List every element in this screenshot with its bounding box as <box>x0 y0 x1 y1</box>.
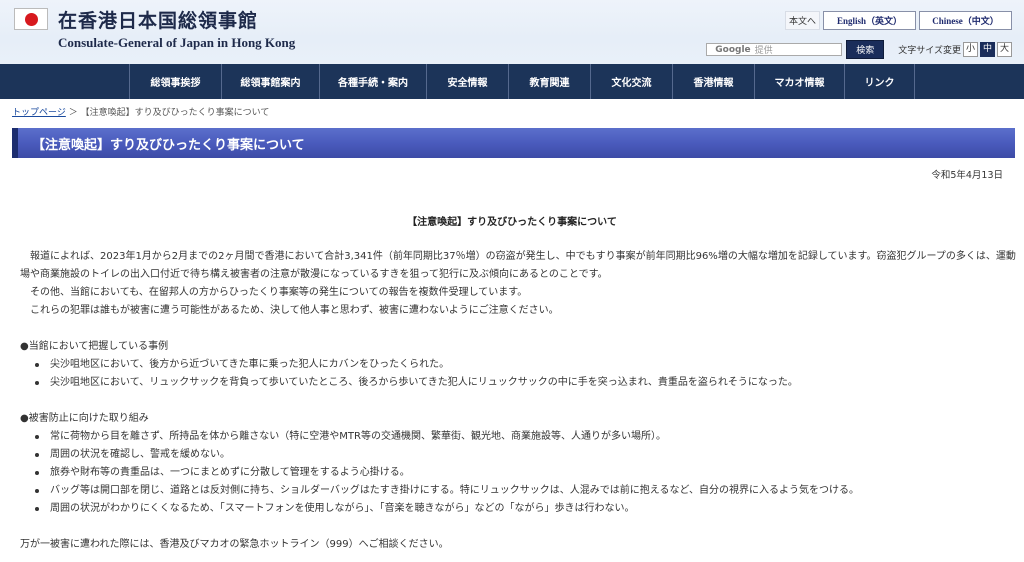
search-input[interactable]: Google 提供 <box>706 43 843 56</box>
fontsize-label: 文字サイズ変更 <box>898 46 961 56</box>
bullet-icon <box>35 453 39 457</box>
search-area: Google 提供 検索 文字サイズ変更 小 中 大 <box>706 40 1012 59</box>
nav-item-procedures[interactable]: 各種手続・案内 <box>320 64 427 99</box>
cases-list: 尖沙咀地区において、後方から近づいてきた車に乗った犯人にカバンをひったくられた。… <box>20 356 1016 392</box>
section-heading-prevention: ●被害防止に向けた取り組み <box>20 413 149 424</box>
bullet-icon <box>35 471 39 475</box>
page-title-bar: 【注意喚起】すり及びひったくり事案について <box>12 128 1015 158</box>
bullet-icon <box>35 435 39 439</box>
closing-paragraph: 万が一被害に遭われた際には、香港及びマカオの緊急ホットライン（999）へご相談く… <box>20 539 449 550</box>
bullet-icon <box>35 507 39 511</box>
search-placeholder: 提供 <box>754 46 773 56</box>
list-item: 旅券や財布等の貴重品は、一つにまとめずに分散して管理をするよう心掛ける。 <box>32 464 1016 482</box>
site-header: 在香港日本国総領事館 Consulate-General of Japan in… <box>0 0 1024 64</box>
list-item: 常に荷物から目を離さず、所持品を体から離さない（特に空港やMTR等の交通機関、繁… <box>32 428 1016 446</box>
prevention-list: 常に荷物から目を離さず、所持品を体から離さない（特に空港やMTR等の交通機関、繁… <box>20 428 1016 518</box>
bullet-icon <box>35 381 39 385</box>
nav-item-greeting[interactable]: 総領事挨拶 <box>129 64 222 99</box>
nav-item-safety[interactable]: 安全情報 <box>427 64 509 99</box>
language-switcher: 本文へ English（英文） Chinese（中文） <box>784 11 1012 30</box>
fontsize-small-button[interactable]: 小 <box>963 42 978 57</box>
breadcrumb-current: 【注意喚起】すり及びひったくり事案について <box>80 108 270 118</box>
japan-flag-icon <box>14 8 48 30</box>
nav-item-links[interactable]: リンク <box>845 64 915 99</box>
main-nav: 総領事挨拶 総領事館案内 各種手続・案内 安全情報 教育関連 文化交流 香港情報… <box>0 64 1024 99</box>
nav-item-hongkong[interactable]: 香港情報 <box>673 64 755 99</box>
list-item: 尖沙咀地区において、後方から近づいてきた車に乗った犯人にカバンをひったくられた。 <box>32 356 1016 374</box>
article-body: 報道によれば、2023年1月から2月までの2ヶ月間で香港において合計3,341件… <box>20 248 1016 554</box>
site-subtitle[interactable]: Consulate-General of Japan in Hong Kong <box>58 35 295 51</box>
breadcrumb-separator: ＞ <box>68 108 78 118</box>
google-logo: Google <box>715 44 751 55</box>
bullet-icon <box>35 489 39 493</box>
nav-item-macau[interactable]: マカオ情報 <box>755 64 845 99</box>
skip-to-content-link[interactable]: 本文へ <box>784 11 820 30</box>
site-title[interactable]: 在香港日本国総領事館 <box>58 6 258 33</box>
search-button[interactable]: 検索 <box>846 40 885 59</box>
fontsize-medium-button[interactable]: 中 <box>980 42 995 57</box>
intro-paragraph: 報道によれば、2023年1月から2月までの2ヶ月間で香港において合計3,341件… <box>20 251 1016 280</box>
nav-item-about[interactable]: 総領事館案内 <box>222 64 320 99</box>
article-heading: 【注意喚起】すり及びひったくり事案について <box>407 217 617 228</box>
chinese-button[interactable]: Chinese（中文） <box>919 11 1012 30</box>
fontsize-large-button[interactable]: 大 <box>997 42 1012 57</box>
list-item: 周囲の状況を確認し、警戒を緩めない。 <box>32 446 1016 464</box>
page-title: 【注意喚起】すり及びひったくり事案について <box>32 137 305 153</box>
breadcrumb-home-link[interactable]: トップページ <box>12 108 66 118</box>
list-item: 周囲の状況がわかりにくくなるため、「スマートフォンを使用しながら」、「音楽を聴き… <box>32 500 1016 518</box>
intro-paragraph: これらの犯罪は誰もが被害に遭う可能性があるため、決して他人事と思わず、被害に遭わ… <box>30 305 559 316</box>
bullet-icon <box>35 363 39 367</box>
list-item: 尖沙咀地区において、リュックサックを背負って歩いていたところ、後ろから歩いてきた… <box>32 374 1016 392</box>
breadcrumb: トップページ ＞ 【注意喚起】すり及びひったくり事案について <box>12 105 269 118</box>
nav-item-culture[interactable]: 文化交流 <box>591 64 673 99</box>
publish-date: 令和5年4月13日 <box>931 170 1003 181</box>
english-button[interactable]: English（英文） <box>823 11 916 30</box>
nav-item-education[interactable]: 教育関連 <box>509 64 591 99</box>
list-item: バッグ等は開口部を閉じ、道路とは反対側に持ち、ショルダーバッグはたすき掛けにする… <box>32 482 1016 500</box>
section-heading-cases: ●当館において把握している事例 <box>20 341 169 352</box>
intro-paragraph: その他、当館においても、在留邦人の方からひったくり事案等の発生についての報告を複… <box>30 287 528 298</box>
